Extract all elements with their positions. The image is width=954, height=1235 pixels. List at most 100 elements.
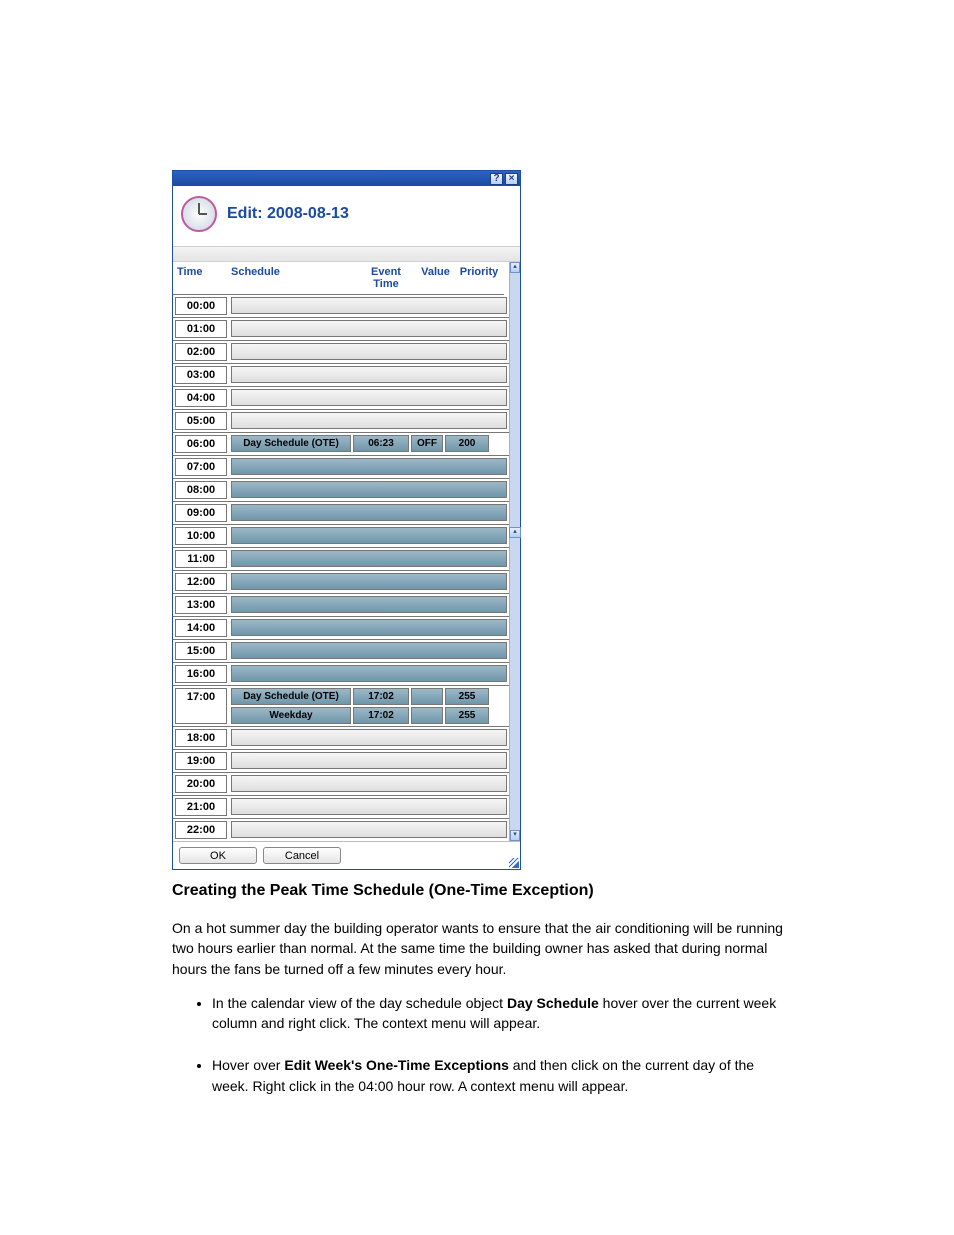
entry-event-time[interactable]: 17:02 bbox=[353, 688, 409, 705]
schedule-cell[interactable] bbox=[231, 573, 507, 591]
time-cell[interactable]: 02:00 bbox=[175, 343, 227, 361]
schedule-slot[interactable] bbox=[231, 752, 507, 769]
time-cell[interactable]: 07:00 bbox=[175, 458, 227, 476]
empty-slot[interactable] bbox=[231, 389, 507, 406]
table-row[interactable]: 00:00 bbox=[173, 295, 509, 318]
schedule-slot[interactable] bbox=[231, 481, 507, 498]
empty-slot[interactable] bbox=[231, 458, 507, 475]
schedule-slot[interactable] bbox=[231, 550, 507, 567]
schedule-slot[interactable] bbox=[231, 642, 507, 659]
schedule-slot[interactable] bbox=[231, 366, 507, 383]
schedule-cell[interactable] bbox=[231, 775, 507, 793]
table-row[interactable]: 22:00 bbox=[173, 819, 509, 841]
entry-value[interactable]: OFF bbox=[411, 435, 443, 452]
schedule-slot[interactable] bbox=[231, 619, 507, 636]
schedule-cell[interactable] bbox=[231, 821, 507, 839]
schedule-slot[interactable] bbox=[231, 775, 507, 792]
table-row[interactable]: 10:00 bbox=[173, 525, 509, 548]
schedule-cell[interactable] bbox=[231, 665, 507, 683]
table-row[interactable]: 18:00 bbox=[173, 727, 509, 750]
table-row[interactable]: 21:00 bbox=[173, 796, 509, 819]
col-header-value[interactable]: Value bbox=[417, 262, 454, 295]
empty-slot[interactable] bbox=[231, 504, 507, 521]
schedule-slot[interactable] bbox=[231, 665, 507, 682]
table-row[interactable]: 14:00 bbox=[173, 617, 509, 640]
time-cell[interactable]: 20:00 bbox=[175, 775, 227, 793]
table-row[interactable]: 11:00 bbox=[173, 548, 509, 571]
time-cell[interactable]: 13:00 bbox=[175, 596, 227, 614]
time-cell[interactable]: 22:00 bbox=[175, 821, 227, 839]
entry-schedule[interactable]: Day Schedule (OTE) bbox=[231, 688, 351, 705]
time-cell[interactable]: 08:00 bbox=[175, 481, 227, 499]
cancel-button[interactable]: Cancel bbox=[263, 847, 341, 864]
empty-slot[interactable] bbox=[231, 343, 507, 360]
table-row[interactable]: 12:00 bbox=[173, 571, 509, 594]
time-cell[interactable]: 15:00 bbox=[175, 642, 227, 660]
schedule-slot[interactable] bbox=[231, 798, 507, 815]
schedule-slot[interactable] bbox=[231, 729, 507, 746]
table-row[interactable]: 03:00 bbox=[173, 364, 509, 387]
empty-slot[interactable] bbox=[231, 573, 507, 590]
resize-handle-icon[interactable] bbox=[509, 858, 519, 868]
table-row[interactable]: 04:00 bbox=[173, 387, 509, 410]
schedule-cell[interactable] bbox=[231, 752, 507, 770]
schedule-slot[interactable] bbox=[231, 573, 507, 590]
time-cell[interactable]: 18:00 bbox=[175, 729, 227, 747]
table-row[interactable]: 15:00 bbox=[173, 640, 509, 663]
empty-slot[interactable] bbox=[231, 297, 507, 314]
empty-slot[interactable] bbox=[231, 798, 507, 815]
time-cell[interactable]: 03:00 bbox=[175, 366, 227, 384]
schedule-cell[interactable] bbox=[231, 504, 507, 522]
table-row[interactable]: 17:00Day Schedule (OTE)17:02255Weekday17… bbox=[173, 686, 509, 727]
empty-slot[interactable] bbox=[231, 642, 507, 659]
schedule-slot[interactable] bbox=[231, 343, 507, 360]
time-cell[interactable]: 05:00 bbox=[175, 412, 227, 430]
entry-value[interactable] bbox=[411, 688, 443, 705]
col-header-priority[interactable]: Priority bbox=[454, 262, 504, 295]
empty-slot[interactable] bbox=[231, 665, 507, 682]
schedule-cell[interactable] bbox=[231, 389, 507, 407]
schedule-slot[interactable] bbox=[231, 320, 507, 337]
table-row[interactable]: 06:00Day Schedule (OTE)06:23OFF200 bbox=[173, 433, 509, 456]
time-cell[interactable]: 10:00 bbox=[175, 527, 227, 545]
schedule-entry[interactable]: Weekday17:02255 bbox=[231, 707, 507, 724]
time-cell[interactable]: 06:00 bbox=[175, 435, 227, 453]
schedule-entry[interactable]: Day Schedule (OTE)17:02255 bbox=[231, 688, 507, 705]
table-row[interactable]: 08:00 bbox=[173, 479, 509, 502]
time-cell[interactable]: 04:00 bbox=[175, 389, 227, 407]
vertical-scrollbar[interactable]: ▴ ▴ ▾ bbox=[509, 262, 520, 841]
empty-slot[interactable] bbox=[231, 619, 507, 636]
table-row[interactable]: 09:00 bbox=[173, 502, 509, 525]
schedule-cell[interactable] bbox=[231, 366, 507, 384]
empty-slot[interactable] bbox=[231, 412, 507, 429]
empty-slot[interactable] bbox=[231, 596, 507, 613]
table-row[interactable]: 01:00 bbox=[173, 318, 509, 341]
scroll-up-icon[interactable]: ▴ bbox=[510, 262, 520, 273]
schedule-cell[interactable] bbox=[231, 729, 507, 747]
ok-button[interactable]: OK bbox=[179, 847, 257, 864]
time-cell[interactable]: 12:00 bbox=[175, 573, 227, 591]
table-row[interactable]: 16:00 bbox=[173, 663, 509, 686]
col-header-schedule[interactable]: Schedule bbox=[227, 262, 355, 295]
empty-slot[interactable] bbox=[231, 821, 507, 838]
table-row[interactable]: 05:00 bbox=[173, 410, 509, 433]
table-row[interactable]: 19:00 bbox=[173, 750, 509, 773]
empty-slot[interactable] bbox=[231, 527, 507, 544]
scroll-mid-icon[interactable]: ▴ bbox=[509, 527, 521, 538]
schedule-cell[interactable] bbox=[231, 412, 507, 430]
time-cell[interactable]: 21:00 bbox=[175, 798, 227, 816]
help-icon[interactable]: ? bbox=[490, 173, 503, 185]
schedule-cell[interactable] bbox=[231, 527, 507, 545]
schedule-slot[interactable] bbox=[231, 527, 507, 544]
schedule-cell[interactable] bbox=[231, 343, 507, 361]
schedule-cell[interactable] bbox=[231, 642, 507, 660]
entry-priority[interactable]: 200 bbox=[445, 435, 489, 452]
table-row[interactable]: 07:00 bbox=[173, 456, 509, 479]
schedule-cell[interactable] bbox=[231, 550, 507, 568]
empty-slot[interactable] bbox=[231, 320, 507, 337]
schedule-slot[interactable] bbox=[231, 412, 507, 429]
entry-value[interactable] bbox=[411, 707, 443, 724]
schedule-slot[interactable] bbox=[231, 389, 507, 406]
schedule-slot[interactable] bbox=[231, 821, 507, 838]
empty-slot[interactable] bbox=[231, 550, 507, 567]
